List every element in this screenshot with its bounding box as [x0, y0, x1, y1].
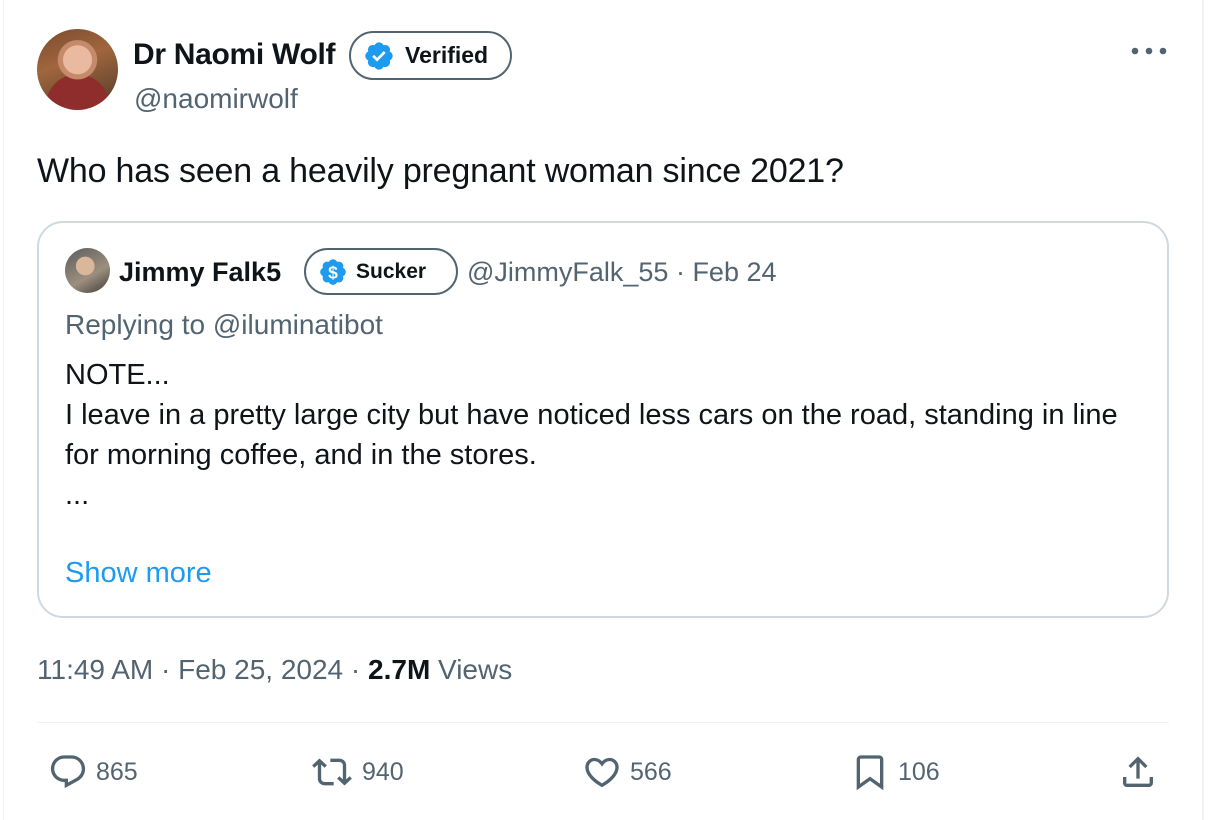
divider — [37, 722, 1169, 723]
quoted-body-line: ... — [65, 479, 90, 511]
replying-to: Replying to @iluminatibot — [65, 309, 383, 341]
time-date[interactable]: 11:49 AM · Feb 25, 2024 · — [37, 654, 368, 685]
show-more-link[interactable]: Show more — [65, 557, 212, 590]
share-icon — [1123, 756, 1153, 787]
repost-button[interactable]: 940 — [310, 752, 404, 792]
verified-label: Verified — [405, 42, 489, 68]
repost-count: 940 — [362, 757, 404, 786]
quoted-avatar[interactable] — [65, 248, 110, 293]
frame-right-border — [1202, 0, 1204, 820]
reply-button[interactable]: 865 — [48, 752, 138, 792]
replying-prefix: Replying to — [65, 309, 213, 340]
reply-icon — [50, 755, 86, 789]
more-icon[interactable] — [1130, 46, 1168, 56]
verified-badge[interactable]: Verified — [349, 31, 512, 80]
verified-badge-icon — [365, 41, 393, 70]
share-button[interactable] — [1118, 752, 1158, 792]
quoted-handle-date[interactable]: @JimmyFalk_55 · Feb 24 — [467, 257, 777, 288]
replying-mention[interactable]: @iluminatibot — [213, 309, 383, 340]
bookmark-count: 106 — [898, 757, 940, 786]
tweet-text: Who has seen a heavily pregnant woman si… — [37, 152, 844, 190]
dollar-badge-icon: $ — [320, 258, 346, 285]
like-count: 566 — [630, 757, 672, 786]
author-handle[interactable]: @naomirwolf — [134, 83, 298, 115]
reply-count: 865 — [96, 757, 138, 786]
quoted-body-line: NOTE... — [65, 359, 170, 391]
quoted-tweet[interactable]: Jimmy Falk5 $ Sucker @JimmyFalk_55 · Feb… — [37, 221, 1169, 618]
svg-text:$: $ — [328, 262, 338, 282]
quoted-badge[interactable]: $ Sucker — [304, 248, 458, 295]
views-label: Views — [430, 654, 513, 685]
quoted-body: NOTE... I leave in a pretty large city b… — [65, 355, 1145, 515]
quoted-author-name[interactable]: Jimmy Falk5 — [119, 257, 281, 288]
tweet-timestamp[interactable]: 11:49 AM · Feb 25, 2024 · 2.7M Views — [37, 654, 512, 686]
frame-left-border — [3, 0, 4, 820]
quoted-badge-label: Sucker — [356, 259, 427, 283]
repost-icon — [312, 758, 352, 786]
like-icon — [585, 757, 619, 788]
author-avatar[interactable] — [37, 29, 118, 110]
like-button[interactable]: 566 — [582, 752, 672, 792]
author-name[interactable]: Dr Naomi Wolf — [133, 38, 336, 72]
quoted-body-line: I leave in a pretty large city but have … — [65, 399, 1126, 471]
bookmark-icon — [856, 755, 884, 791]
views-count: 2.7M — [368, 654, 431, 685]
bookmark-button[interactable]: 106 — [850, 752, 940, 792]
